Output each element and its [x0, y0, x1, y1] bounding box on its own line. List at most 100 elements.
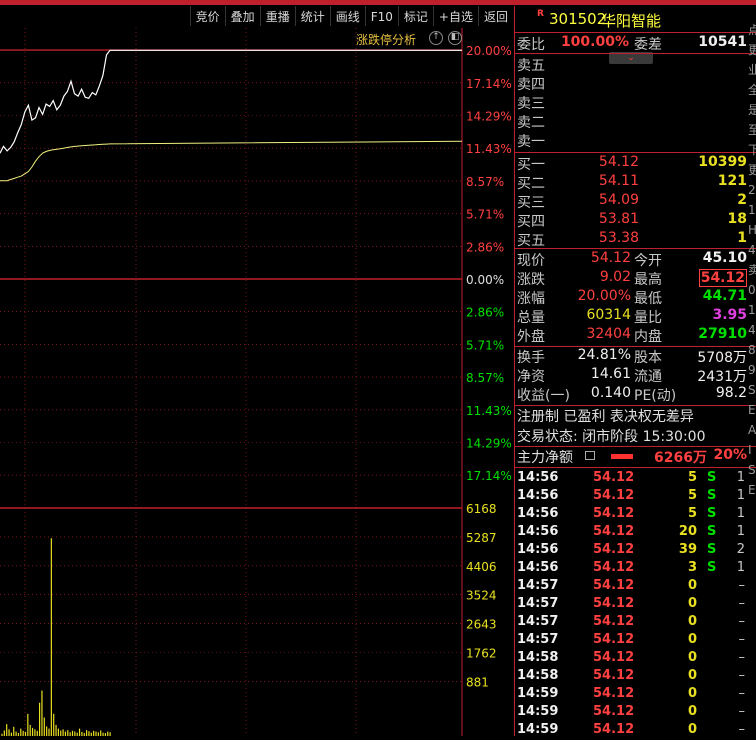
edge-char: E [748, 403, 756, 417]
pct-tick-label: 14.29% [466, 110, 512, 124]
fundamental-label-2: PE(动) [634, 388, 677, 404]
tick-row: 14:59 54.12 0 – [515, 686, 747, 704]
edge-char: H [748, 223, 756, 237]
tick-count: – [738, 704, 746, 719]
bid-row[interactable]: 买三 54.09 2 [515, 192, 747, 211]
bid-row[interactable]: 买二 54.11 121 [515, 173, 747, 192]
edge-char: 更 [748, 43, 756, 57]
toolbar-bidding-button[interactable]: 竞价 [189, 6, 225, 26]
tick-time: 14:56 [517, 506, 559, 521]
ask-label: 卖四 [517, 77, 545, 93]
bid-row[interactable]: 买四 53.81 18 [515, 211, 747, 230]
tick-volume: 0 [687, 596, 697, 611]
edge-char: 2 [748, 183, 756, 197]
bid-volume: 121 [717, 173, 747, 189]
pct-tick-label: 0.00% [466, 273, 504, 287]
tick-volume: 0 [687, 722, 697, 737]
chart-collapse-icon[interactable]: ↑ [429, 31, 443, 45]
bid-row[interactable]: 买五 53.38 1 [515, 230, 747, 249]
toolbar-overlay-button[interactable]: 叠加 [224, 6, 260, 26]
edge-char: S [748, 463, 756, 477]
tick-row: 14:57 54.12 0 – [515, 632, 747, 650]
pct-tick-label: 2.86% [466, 240, 504, 254]
edge-char: 是 [748, 103, 756, 117]
tick-count: – [738, 632, 746, 647]
tick-price: 54.12 [593, 668, 635, 683]
tick-row: 14:59 54.12 0 – [515, 722, 747, 740]
edge-char: 4 [748, 243, 756, 257]
intraday-chart[interactable]: 20.00% 17.14% 14.29% 11.43% 8.57% 5.71% 2.86% 0… [0, 28, 514, 736]
tick-count: 1 [736, 506, 745, 521]
volume-tick-label: 3524 [466, 589, 497, 603]
tick-side: S [707, 560, 717, 575]
bid-row[interactable]: 买一 54.12 10399 [515, 154, 747, 173]
volume-tick-label: 1762 [466, 647, 497, 661]
tick-price: 54.12 [593, 614, 635, 629]
tick-volume: 39 [678, 542, 697, 557]
edge-char: 9 [748, 363, 756, 377]
edge-char: 业 [748, 63, 756, 77]
fundamental-row: 收益(一) 0.140 PE(动) 98.2 [515, 385, 747, 404]
fundamental-label-2: 股本 [634, 350, 662, 366]
toolbar-draw-button[interactable]: 画线 [329, 6, 365, 26]
tick-volume: 0 [687, 578, 697, 593]
bid-volume: 18 [727, 211, 747, 227]
bid-label: 买一 [517, 157, 545, 173]
divider [515, 152, 756, 153]
tick-time: 14:57 [517, 578, 559, 593]
toolbar-f10-button[interactable]: F10 [364, 6, 398, 26]
quote-row: 现价 54.12 今开 45.10 [515, 250, 747, 269]
fundamental-value: 24.81% [577, 347, 631, 363]
ask-row: 卖二 [515, 112, 747, 131]
limit-analysis-label[interactable]: 涨跌停分析 [356, 31, 416, 48]
quote-value-2: 44.71 [702, 288, 747, 304]
quote-value: 54.12 [590, 250, 631, 266]
registration-badge: R [537, 9, 544, 19]
tick-count: – [738, 578, 746, 593]
tick-time: 14:58 [517, 668, 559, 683]
volume-tick-label: 5287 [466, 531, 497, 545]
stock-name: 华阳智能 [601, 12, 662, 30]
main-flow-menu-icon[interactable] [585, 451, 595, 460]
toolbar-replay-button[interactable]: 重播 [259, 6, 295, 26]
quote-row: 涨跌 9.02 最高 54.12 [515, 269, 747, 288]
ask-label: 卖一 [517, 134, 545, 150]
main-flow-row[interactable]: 主力净额 6266万 20% [515, 447, 747, 466]
registration-text: 注册制 已盈利 表决权无差异 [517, 409, 694, 425]
tick-count: – [738, 596, 746, 611]
tick-time: 14:56 [517, 524, 559, 539]
tick-row: 14:56 54.12 20 S 1 [515, 524, 747, 542]
bid-price: 53.81 [598, 211, 639, 227]
quote-label-2: 最低 [634, 291, 662, 307]
quote-label-2: 今开 [634, 253, 662, 269]
intraday-chart-svg[interactable]: 20.00% 17.14% 14.29% 11.43% 8.57% 5.71% 2.86% 0… [0, 28, 514, 736]
quote-label-2: 最高 [634, 272, 662, 288]
edge-char: 0 [748, 283, 756, 297]
tick-volume: 0 [687, 650, 697, 665]
chart-toggle-icon[interactable]: ◧ [448, 31, 462, 45]
pct-tick-label: 8.57% [466, 175, 504, 189]
quote-value-2: 27910 [698, 326, 747, 342]
tick-price: 54.12 [593, 596, 635, 611]
order-ratio-value: 100.00% [560, 34, 629, 50]
tick-row: 14:56 54.12 5 S 1 [515, 488, 747, 506]
toolbar-add-watchlist-button[interactable]: +自选 [432, 6, 478, 26]
fundamental-value-2: 2431万 [697, 369, 747, 385]
tick-count: 1 [736, 560, 745, 575]
divider [515, 32, 756, 33]
toolbar-mark-button[interactable]: 标记 [397, 6, 433, 26]
pct-tick-label: 2.86% [466, 306, 504, 320]
toolbar-stats-button[interactable]: 统计 [294, 6, 330, 26]
tick-time: 14:58 [517, 650, 559, 665]
tick-side: S [707, 506, 717, 521]
tick-time: 14:57 [517, 632, 559, 647]
tick-volume: 5 [687, 488, 697, 503]
ask-row: 卖四 [515, 74, 747, 93]
tick-side: S [707, 542, 717, 557]
top-accent-bar [0, 0, 756, 5]
quote-label: 外盘 [517, 329, 545, 345]
toolbar-back-button[interactable]: 返回 [477, 6, 513, 26]
pct-tick-label: 5.71% [466, 338, 504, 352]
volume-tick-label: 6168 [466, 502, 497, 516]
tick-volume: 5 [687, 470, 697, 485]
